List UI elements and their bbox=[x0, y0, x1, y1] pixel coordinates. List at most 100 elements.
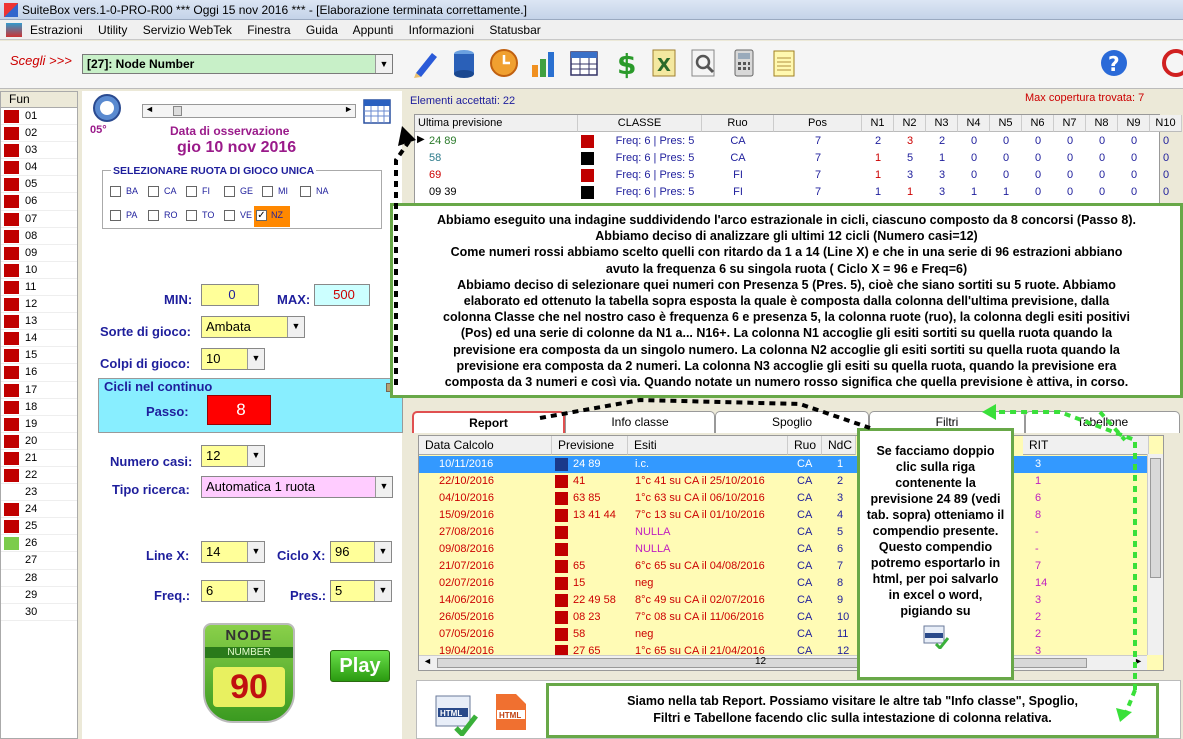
dial-icon[interactable] bbox=[92, 93, 122, 123]
column-header[interactable]: Ruo bbox=[702, 115, 774, 132]
column-header[interactable]: Data Calcolo bbox=[419, 436, 552, 455]
menu-appunti[interactable]: Appunti bbox=[353, 23, 394, 37]
vertical-scrollbar[interactable] bbox=[1147, 454, 1163, 655]
table-row[interactable]: 09 39 Freq: 6 | Pres: 5 FI 7 1 1 3 1 1 0 0 0 0 0 bbox=[415, 184, 1169, 201]
sorte-select[interactable]: Ambata ▼ bbox=[201, 316, 305, 338]
fun-row[interactable]: 01 bbox=[1, 108, 77, 126]
fun-row[interactable]: 10 bbox=[1, 262, 77, 279]
function-select[interactable]: [27]: Node Number ▼ bbox=[82, 54, 393, 74]
table-row[interactable]: 24 89 Freq: 6 | Pres: 5 CA 7 2 3 2 0 0 0 0 0 0 0 bbox=[415, 133, 1169, 150]
fun-row[interactable]: 09 bbox=[1, 245, 77, 262]
fun-row[interactable]: 07 bbox=[1, 211, 77, 228]
scrollbar-thumb[interactable] bbox=[1150, 458, 1161, 578]
scroll-left-icon[interactable]: ◄ bbox=[423, 656, 432, 666]
excel-icon[interactable]: X bbox=[648, 47, 680, 79]
fun-row[interactable]: 14 bbox=[1, 330, 77, 348]
table-row[interactable]: 09/08/2016 NULLA CA 6 - bbox=[419, 541, 1149, 558]
pres-select[interactable]: 5 ▼ bbox=[330, 580, 392, 602]
table-row[interactable]: 10/11/2016 24 89 i.c. CA 1 3 bbox=[419, 456, 1149, 473]
column-header[interactable]: N10 bbox=[1150, 115, 1182, 132]
checkbox-ba[interactable] bbox=[110, 186, 121, 197]
database-icon[interactable] bbox=[448, 47, 480, 79]
table-row[interactable]: 69 Freq: 6 | Pres: 5 FI 7 1 3 3 0 0 0 0 0 0 0 bbox=[415, 167, 1169, 184]
fun-row[interactable]: 15 bbox=[1, 347, 77, 365]
table-row[interactable]: 21/07/2016 65 6°c 65 su CA il 04/08/2016 CA… bbox=[419, 558, 1149, 575]
checkbox-pa[interactable] bbox=[110, 210, 121, 221]
table-row[interactable]: 07/05/2016 58 neg CA 11 2 bbox=[419, 626, 1149, 643]
column-header[interactable]: Pos bbox=[774, 115, 862, 132]
calendar-icon[interactable] bbox=[362, 97, 392, 125]
checkbox-ge[interactable] bbox=[224, 186, 235, 197]
checkbox-ro[interactable] bbox=[148, 210, 159, 221]
menu-informazioni[interactable]: Informazioni bbox=[409, 23, 474, 37]
help-icon[interactable]: ? bbox=[1098, 47, 1130, 79]
date-slider[interactable]: ◄ ► bbox=[142, 104, 356, 118]
fun-row[interactable]: 06 bbox=[1, 193, 77, 211]
top-results-grid[interactable]: Ultima previsione CLASSE Ruo Pos N1 N2 N3 N4 N5 N… bbox=[414, 114, 1182, 204]
column-header[interactable]: N5 bbox=[990, 115, 1022, 132]
report-grid[interactable]: Data Calcolo Previsione Esiti Ruo NdC RIT 10/1… bbox=[418, 435, 1164, 671]
checkbox-na[interactable] bbox=[300, 186, 311, 197]
table-row[interactable]: 14/06/2016 22 49 58 8°c 49 su CA il 02/07/… bbox=[419, 592, 1149, 609]
fun-row[interactable]: 20 bbox=[1, 433, 77, 450]
dollar-icon[interactable]: $ bbox=[608, 47, 640, 79]
column-header[interactable]: N3 bbox=[926, 115, 958, 132]
min-input[interactable]: 0 bbox=[201, 284, 259, 306]
chevron-down-icon[interactable]: ▼ bbox=[287, 317, 304, 337]
column-header[interactable]: Previsione bbox=[552, 436, 628, 455]
menu-servizio-webtek[interactable]: Servizio WebTek bbox=[143, 23, 232, 37]
colpi-select[interactable]: 10 ▼ bbox=[201, 348, 265, 370]
fun-row[interactable]: 25 bbox=[1, 518, 77, 536]
menu-utility[interactable]: Utility bbox=[98, 23, 127, 37]
fun-row[interactable]: 26 bbox=[1, 535, 77, 553]
tab-report[interactable]: Report bbox=[412, 411, 565, 433]
fun-row[interactable]: 11 bbox=[1, 279, 77, 297]
clock-icon[interactable] bbox=[488, 47, 520, 79]
table-row[interactable]: 02/07/2016 15 neg CA 8 14 bbox=[419, 575, 1149, 592]
fun-row[interactable]: 30 bbox=[1, 604, 77, 621]
fun-row[interactable]: 27 bbox=[1, 552, 77, 570]
checkbox-fi[interactable] bbox=[186, 186, 197, 197]
scroll-right-icon[interactable]: ► bbox=[1134, 656, 1143, 666]
fun-row[interactable]: 28 bbox=[1, 570, 77, 587]
magnifier-icon[interactable] bbox=[688, 47, 720, 79]
column-header[interactable]: N4 bbox=[958, 115, 990, 132]
fun-row[interactable]: 05 bbox=[1, 176, 77, 194]
chevron-down-icon[interactable]: ▼ bbox=[247, 542, 264, 562]
menu-estrazioni[interactable]: Estrazioni bbox=[30, 23, 83, 37]
chevron-down-icon[interactable]: ▼ bbox=[374, 581, 391, 601]
pencil-icon[interactable] bbox=[410, 47, 442, 79]
max-input[interactable]: 500 bbox=[314, 284, 370, 306]
horizontal-scrollbar[interactable]: ◄ 12 ► bbox=[419, 655, 1147, 670]
table-row[interactable]: 22/10/2016 41 1°c 41 su CA il 25/10/2016 CA… bbox=[419, 473, 1149, 490]
fun-row[interactable]: 04 bbox=[1, 159, 77, 177]
chevron-down-icon[interactable]: ▼ bbox=[247, 446, 264, 466]
chevron-down-icon[interactable]: ▼ bbox=[375, 477, 392, 497]
column-header[interactable]: Ultima previsione bbox=[415, 115, 578, 132]
column-header[interactable]: NdC bbox=[822, 436, 856, 455]
freq-select[interactable]: 6 ▼ bbox=[201, 580, 265, 602]
chevron-down-icon[interactable]: ▼ bbox=[247, 581, 264, 601]
fun-row[interactable]: 03 bbox=[1, 142, 77, 160]
table-icon[interactable] bbox=[568, 47, 600, 79]
fun-row[interactable]: 08 bbox=[1, 228, 77, 245]
table-row[interactable]: 04/10/2016 63 85 1°c 63 su CA il 06/10/201… bbox=[419, 490, 1149, 507]
chevron-down-icon[interactable]: ▼ bbox=[247, 349, 264, 369]
column-header[interactable]: N1 bbox=[862, 115, 894, 132]
notepad-icon[interactable] bbox=[768, 47, 800, 79]
slider-left-arrow[interactable]: ◄ bbox=[145, 104, 154, 114]
table-row[interactable]: 27/08/2016 NULLA CA 5 - bbox=[419, 524, 1149, 541]
power-icon[interactable] bbox=[1160, 47, 1183, 79]
slider-thumb[interactable] bbox=[173, 106, 182, 116]
table-row[interactable]: 58 Freq: 6 | Pres: 5 CA 7 1 5 1 0 0 0 0 0 0 0 bbox=[415, 150, 1169, 167]
column-header[interactable]: N2 bbox=[894, 115, 926, 132]
fun-row[interactable]: 23 bbox=[1, 484, 77, 502]
checkbox-ca[interactable] bbox=[148, 186, 159, 197]
fun-row[interactable]: 21 bbox=[1, 450, 77, 467]
column-header[interactable]: RIT bbox=[1023, 436, 1149, 455]
fun-row[interactable]: 29 bbox=[1, 587, 77, 604]
fun-row[interactable]: 24 bbox=[1, 501, 77, 519]
checkbox-to[interactable] bbox=[186, 210, 197, 221]
column-header[interactable]: CLASSE bbox=[578, 115, 702, 132]
column-header[interactable]: Esiti bbox=[628, 436, 788, 455]
